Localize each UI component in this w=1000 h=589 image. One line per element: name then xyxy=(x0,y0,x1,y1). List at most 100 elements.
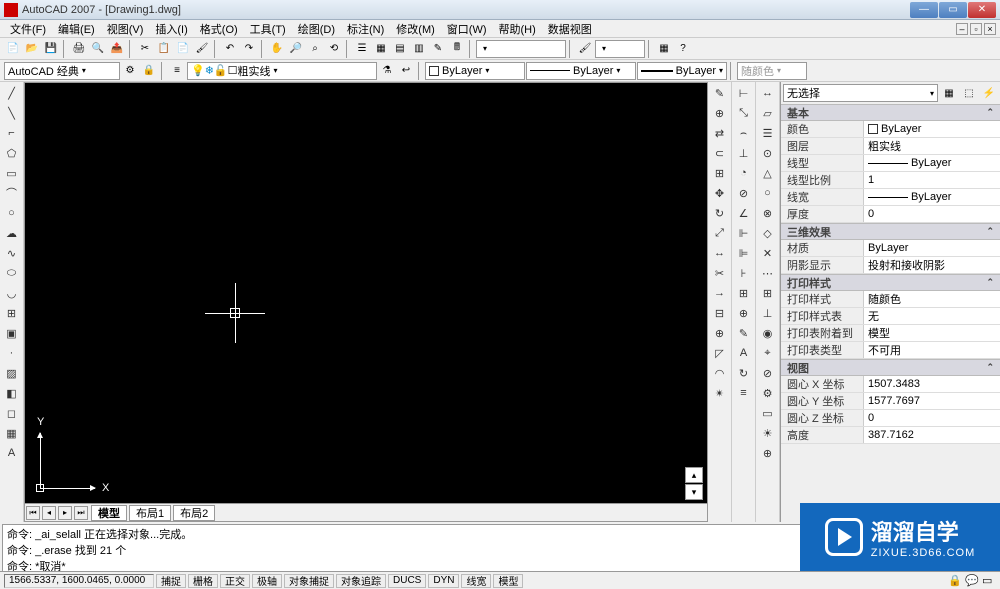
snap-int-icon[interactable]: ✕ xyxy=(759,244,777,262)
property-row[interactable]: 打印表附着到模型 xyxy=(781,325,1000,342)
brush-icon[interactable]: 🖌 xyxy=(576,40,594,58)
maximize-button[interactable]: ▭ xyxy=(939,2,967,18)
tolerance-tool[interactable]: ⊞ xyxy=(735,284,753,302)
rectangle-tool[interactable]: ▭ xyxy=(3,164,21,182)
explode-tool[interactable]: ✴ xyxy=(711,384,729,402)
lock-icon[interactable]: 🔒 xyxy=(948,574,962,588)
table-tool[interactable]: ▦ xyxy=(3,424,21,442)
polygon-tool[interactable]: ⬠ xyxy=(3,144,21,162)
insert-block-tool[interactable]: ⊞ xyxy=(3,304,21,322)
otrack-toggle[interactable]: 对象追踪 xyxy=(336,574,386,588)
property-value[interactable]: 1577.7697 xyxy=(863,393,1000,409)
menu-dimension[interactable]: 标注(N) xyxy=(341,21,390,37)
snap-near-icon[interactable]: ⌖ xyxy=(759,344,777,362)
zoom-window-button[interactable]: ⌕ xyxy=(306,40,324,58)
layer-dropdown[interactable]: 💡❄🔓☐ 粗实线▾ xyxy=(187,62,377,80)
quickcalc-button[interactable]: 🖩 xyxy=(448,40,466,58)
property-row[interactable]: 线型ByLayer xyxy=(781,155,1000,172)
chamfer-tool[interactable]: ◸ xyxy=(711,344,729,362)
workspace-lock-button[interactable]: 🔒 xyxy=(140,62,158,80)
property-row[interactable]: 线宽ByLayer xyxy=(781,189,1000,206)
property-value[interactable]: 粗实线 xyxy=(863,138,1000,154)
mirror-tool[interactable]: ⇄ xyxy=(711,124,729,142)
erase-tool[interactable]: ✎ xyxy=(711,84,729,102)
extend-tool[interactable]: → xyxy=(711,284,729,302)
trim-tool[interactable]: ✂ xyxy=(711,264,729,282)
property-row[interactable]: 颜色ByLayer xyxy=(781,121,1000,138)
property-row[interactable]: 厚度0 xyxy=(781,206,1000,223)
menu-format[interactable]: 格式(O) xyxy=(194,21,244,37)
property-row[interactable]: 打印样式表无 xyxy=(781,308,1000,325)
menu-edit[interactable]: 编辑(E) xyxy=(52,21,101,37)
model-toggle[interactable]: 模型 xyxy=(493,574,523,588)
snap-tan-icon[interactable]: ◉ xyxy=(759,324,777,342)
menu-help[interactable]: 帮助(H) xyxy=(493,21,542,37)
selection-dropdown[interactable]: 无选择 ▾ xyxy=(783,84,938,102)
help-button[interactable]: ? xyxy=(674,40,692,58)
coordinates-readout[interactable]: 1566.5337, 1600.0465, 0.0000 xyxy=(4,574,154,588)
break-tool[interactable]: ⊟ xyxy=(711,304,729,322)
snap-ext-icon[interactable]: ⋯ xyxy=(759,264,777,282)
continue-dim-tool[interactable]: ⊦ xyxy=(735,264,753,282)
spline-tool[interactable]: ∿ xyxy=(3,244,21,262)
doc-restore-button[interactable]: ▫ xyxy=(970,23,982,35)
pan-button[interactable]: ✋ xyxy=(268,40,286,58)
menu-draw[interactable]: 绘图(D) xyxy=(292,21,341,37)
snap-none-icon[interactable]: ⊘ xyxy=(759,364,777,382)
property-value[interactable]: ByLayer xyxy=(863,189,1000,205)
baseline-dim-tool[interactable]: ⊫ xyxy=(735,244,753,262)
line-tool[interactable]: ╱ xyxy=(3,84,21,102)
dim-style-tool[interactable]: ≡ xyxy=(735,384,753,402)
make-block-tool[interactable]: ▣ xyxy=(3,324,21,342)
property-row[interactable]: 阴影显示投射和接收阴影 xyxy=(781,257,1000,274)
menu-tools[interactable]: 工具(T) xyxy=(244,21,292,37)
section-3d[interactable]: 三维效果⌃ xyxy=(781,223,1000,240)
layer-prev-button[interactable]: ↩ xyxy=(397,62,415,80)
tab-prev-button[interactable]: ◂ xyxy=(42,506,56,520)
lwt-toggle[interactable]: 线宽 xyxy=(461,574,491,588)
tab-first-button[interactable]: ⏮ xyxy=(26,506,40,520)
dim-edit-tool[interactable]: ✎ xyxy=(735,324,753,342)
ellipse-arc-tool[interactable]: ◡ xyxy=(3,284,21,302)
clean-screen-icon[interactable]: ▭ xyxy=(982,574,996,588)
quick-select-button[interactable]: ⚡ xyxy=(980,84,998,102)
property-value[interactable]: 随颜色 xyxy=(863,291,1000,307)
print-button[interactable]: 🖨 xyxy=(70,40,88,58)
scroll-up-button[interactable]: ▴ xyxy=(685,467,703,483)
undo-button[interactable]: ↶ xyxy=(221,40,239,58)
snap-mid-icon[interactable]: △ xyxy=(759,164,777,182)
sheet-set-button[interactable]: ▥ xyxy=(410,40,428,58)
scroll-down-button[interactable]: ▾ xyxy=(685,484,703,500)
circle-tool[interactable]: ○ xyxy=(3,204,21,222)
publish-button[interactable]: 📤 xyxy=(108,40,126,58)
design-center-button[interactable]: ▦ xyxy=(372,40,390,58)
linear-dim-tool[interactable]: ⊢ xyxy=(735,84,753,102)
lineweight-dropdown[interactable]: ByLayer▾ xyxy=(637,62,727,80)
property-row[interactable]: 打印表类型不可用 xyxy=(781,342,1000,359)
scale-tool[interactable]: ⤢ xyxy=(711,224,729,242)
plotstyle-dropdown[interactable]: 随颜色▾ xyxy=(737,62,807,80)
render-icon[interactable]: ☀ xyxy=(759,424,777,442)
property-value[interactable]: 0 xyxy=(863,206,1000,222)
osnap-settings-icon[interactable]: ⚙ xyxy=(759,384,777,402)
property-row[interactable]: 线型比例1 xyxy=(781,172,1000,189)
workspace-dropdown[interactable]: AutoCAD 经典▾ xyxy=(4,62,120,80)
doc-close-button[interactable]: × xyxy=(984,23,996,35)
dim-text-edit-tool[interactable]: A xyxy=(735,344,753,362)
property-value[interactable]: 不可用 xyxy=(863,342,1000,358)
gradient-tool[interactable]: ◧ xyxy=(3,384,21,402)
property-row[interactable]: 圆心 Z 坐标0 xyxy=(781,410,1000,427)
workspace-settings-button[interactable]: ⚙ xyxy=(121,62,139,80)
section-view[interactable]: 视图⌃ xyxy=(781,359,1000,376)
ordinate-dim-tool[interactable]: ⊥ xyxy=(735,144,753,162)
cut-button[interactable]: ✂ xyxy=(136,40,154,58)
stretch-tool[interactable]: ↔ xyxy=(711,244,729,262)
property-value[interactable]: 1507.3483 xyxy=(863,376,1000,392)
fillet-tool[interactable]: ◠ xyxy=(711,364,729,382)
property-row[interactable]: 打印样式随颜色 xyxy=(781,291,1000,308)
property-value[interactable]: 模型 xyxy=(863,325,1000,341)
osnap-toggle[interactable]: 对象捕捉 xyxy=(284,574,334,588)
move-tool[interactable]: ✥ xyxy=(711,184,729,202)
join-tool[interactable]: ⊕ xyxy=(711,324,729,342)
snap-quadrant-icon[interactable]: ◇ xyxy=(759,224,777,242)
